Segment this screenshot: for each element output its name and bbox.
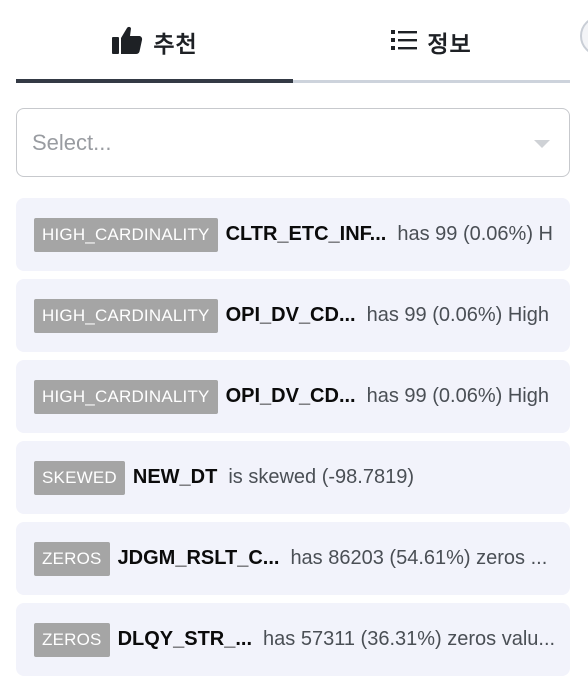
list-item[interactable]: SKEWED NEW_DT is skewed (-98.7819) (16, 441, 570, 514)
tab-inactive-indicator (293, 80, 570, 83)
alert-badge: HIGH_CARDINALITY (34, 298, 218, 333)
list-icon (391, 29, 418, 56)
thumbs-up-icon (111, 25, 143, 60)
select-placeholder: Select... (32, 129, 112, 155)
alert-list: HIGH_CARDINALITY CLTR_ETC_INF... has 99 … (16, 198, 570, 676)
alert-message: has 86203 (54.61%) zeros ... (290, 547, 548, 569)
tab-info-label: 정보 (427, 32, 472, 58)
chevron-down-icon[interactable] (534, 140, 550, 148)
alert-badge: HIGH_CARDINALITY (34, 379, 218, 414)
alert-message: has 99 (0.06%) H (397, 223, 553, 245)
alert-message: is skewed (-98.7819) (228, 466, 414, 488)
alert-badge: ZEROS (34, 622, 110, 657)
column-name: DLQY_STR_... (117, 628, 253, 650)
column-name: OPI_DV_CD... (225, 304, 356, 326)
tab-recommend-label: 추천 (153, 32, 198, 58)
filter-select[interactable]: Select... (16, 108, 570, 177)
avatar[interactable] (580, 16, 588, 56)
tab-active-indicator (16, 79, 293, 83)
list-item[interactable]: HIGH_CARDINALITY OPI_DV_CD... has 99 (0.… (16, 360, 570, 433)
list-item[interactable]: HIGH_CARDINALITY OPI_DV_CD... has 99 (0.… (16, 279, 570, 352)
tab-recommend[interactable]: 추천 (16, 0, 293, 84)
alert-message: has 57311 (36.31%) zeros valu... (263, 628, 556, 650)
list-item[interactable]: HIGH_CARDINALITY CLTR_ETC_INF... has 99 … (16, 198, 570, 271)
column-name: JDGM_RSLT_C... (117, 547, 280, 569)
list-item[interactable]: ZEROS JDGM_RSLT_C... has 86203 (54.61%) … (16, 522, 570, 595)
alert-badge: HIGH_CARDINALITY (34, 217, 218, 252)
alert-message: has 99 (0.06%) High (366, 385, 549, 407)
tab-info[interactable]: 정보 (293, 0, 570, 84)
page: 추천 정보 Select... HIGH_CARDINALITY CLTR_ET… (0, 0, 588, 676)
column-name: OPI_DV_CD... (225, 385, 356, 407)
column-name: NEW_DT (132, 466, 218, 488)
list-item[interactable]: ZEROS DLQY_STR_... has 57311 (36.31%) ze… (16, 603, 570, 676)
alert-badge: SKEWED (34, 460, 125, 495)
tab-bar: 추천 정보 (16, 0, 570, 84)
alert-badge: ZEROS (34, 541, 110, 576)
column-name: CLTR_ETC_INF... (225, 223, 387, 245)
alert-message: has 99 (0.06%) High (366, 304, 549, 326)
